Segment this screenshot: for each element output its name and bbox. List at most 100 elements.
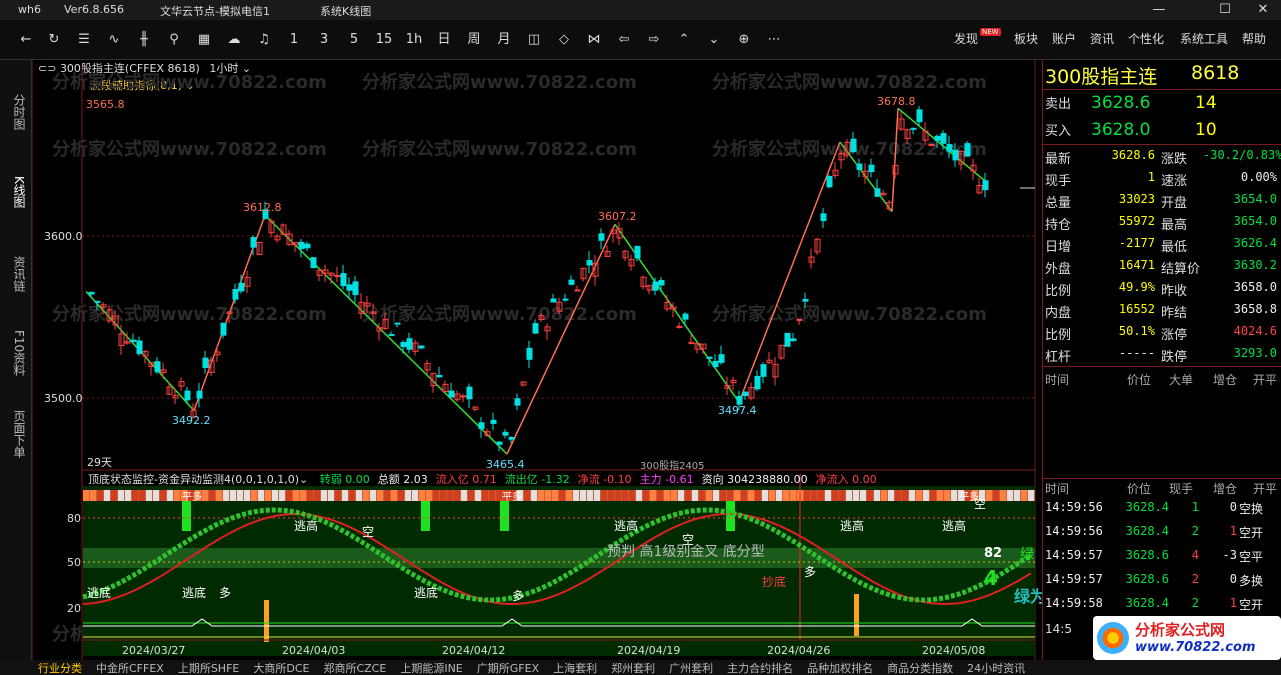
stat-value: 16552 [1118,302,1155,316]
stat-value: 3630.2 [1233,258,1277,272]
value-82: 82 [984,546,1002,561]
signal-cell [321,490,327,501]
market-tab[interactable]: 大商所DCE [253,662,309,675]
stat-value: 3658.8 [1233,302,1277,316]
signal-cell [643,490,649,501]
signal-cell [734,490,740,501]
signal-cell [874,490,880,501]
down-icon[interactable]: ⌄ [702,30,726,50]
crosshair-icon[interactable]: ⊕ [732,30,756,50]
period-5m[interactable]: 5 [342,30,366,50]
menu-news[interactable]: 资讯 [1090,30,1114,48]
candle-body [394,322,401,325]
maximize-button[interactable]: ☐ [1208,0,1242,20]
quote-board-icon[interactable]: ▦ [192,30,216,50]
menu-system-tools[interactable]: 系统工具 [1180,30,1228,48]
period-1h[interactable]: 1h [402,30,426,50]
market-tab[interactable]: 上期所SHFE [178,662,240,675]
menu-help[interactable]: 帮助 [1242,30,1266,48]
chart-area[interactable]: ⊂⊃ 300股指主连(CFFEX 8618) 1小时 ⌄ 波段辅助指标(8,1)… [32,60,1042,660]
sub-label: 多 [804,565,816,579]
candle-body [982,180,989,191]
tick-icon[interactable]: ⚲ [162,30,186,50]
date-tick: 2024/04/26 [767,644,830,657]
market-tab[interactable]: 郑商所CZCE [323,662,386,675]
trade-cell: 2 [1191,524,1199,538]
zigzag-segment [738,141,841,403]
candle-body [598,233,605,241]
market-tab[interactable]: 上期能源INE [400,662,462,675]
sub-label: 逃底 [414,585,438,600]
signal-cell [265,490,271,501]
line-chart-icon[interactable]: ∿ [102,30,126,50]
menu-discover[interactable]: 发现 [954,30,978,48]
signal-cell [769,490,775,501]
signal-cell [727,490,733,501]
sub-indicator-value: 转弱 0.00 [319,473,370,486]
sub-indicator-value: 流入亿 0.71 [435,473,497,486]
stat-value: 3628.6 [1111,148,1155,162]
market-tab[interactable]: 24小时资讯 [967,662,1025,675]
signal-cell [699,490,705,501]
market-tab[interactable]: 郑州套利 [611,662,655,675]
stat-value: 55972 [1118,214,1155,228]
menu-personalize[interactable]: 个性化 [1128,30,1164,48]
scroll-right-icon[interactable]: ⇨ [642,30,666,50]
refresh-icon[interactable]: ↻ [42,30,66,50]
period-15m[interactable]: 15 [372,30,396,50]
market-tab[interactable]: 主力合约排名 [727,662,793,675]
trade-cell: 14:59:58 [1045,596,1103,610]
signal-cell [251,490,257,501]
column-header: 价位 [1127,482,1152,496]
market-tab[interactable]: 广期所GFEX [477,662,539,675]
sub-indicator-title[interactable]: 顶底状态监控-资金异动监测4(0,0,1,0,1,0) [88,473,299,486]
up-icon[interactable]: ⌃ [672,30,696,50]
column-header: 增仓 [1213,373,1238,387]
zoom-in-icon[interactable]: ◇ [552,30,576,50]
signal-cell [335,490,341,501]
back-icon[interactable]: ← [14,30,38,50]
band [83,548,1035,568]
cycle-icon[interactable]: ◫ [522,30,546,50]
cloud-icon[interactable]: ☁ [222,30,246,50]
minimize-button[interactable]: — [1142,0,1176,20]
scroll-left-icon[interactable]: ⇦ [612,30,636,50]
trade-cell: 1 [1229,524,1237,538]
tab-f10[interactable]: F10资料 [6,330,26,376]
list-icon[interactable]: ☰ [72,30,96,50]
stat-value: 4024.6 [1233,324,1277,338]
signal-cell [839,490,845,501]
market-tab[interactable]: 商品分类指数 [887,662,953,675]
kline-icon[interactable]: ╫ [132,30,156,50]
market-tab[interactable]: 广州套利 [669,662,713,675]
tab-order-page[interactable]: 页面下单 [6,410,26,458]
stat-value: 16471 [1118,258,1155,272]
period-month[interactable]: 月 [492,30,516,50]
signal-cell [118,490,124,501]
period-1m[interactable]: 1 [282,30,306,50]
tab-timeshare[interactable]: 分时图 [6,94,26,130]
candle-body [634,245,641,259]
market-tab[interactable]: 中金所CFFEX [96,662,164,675]
period-week[interactable]: 周 [462,30,486,50]
market-tab[interactable]: 上海套利 [553,662,597,675]
period-day[interactable]: 日 [432,30,456,50]
menu-sector[interactable]: 板块 [1014,30,1038,48]
menu-account[interactable]: 账户 [1052,30,1076,48]
market-tab[interactable]: 品种加权排名 [807,662,873,675]
kline-chart[interactable]: 3600.0 3500.0 分析家公式网www.70822.com 分析家公式网www… [32,60,1042,660]
trade-cell: 0 [1229,500,1237,514]
stat-label: 开盘 [1161,196,1188,211]
candle-body [418,345,425,349]
close-button[interactable]: ✕ [1246,0,1280,20]
period-3m[interactable]: 3 [312,30,336,50]
tab-kline[interactable]: K线图 [6,176,26,208]
tab-news-chain[interactable]: 资讯链 [6,256,26,292]
quote-stat-row: 比例 49.9% 昨收 3658.0 [1043,280,1281,302]
bell-icon[interactable]: ♫ [252,30,276,50]
more-icon[interactable]: ⋯ [762,30,786,50]
market-tab[interactable]: 行业分类 [38,662,82,675]
chevron-down-icon[interactable]: ⌄ [299,473,312,486]
zoom-out-icon[interactable]: ⋈ [582,30,606,50]
candle-body [574,289,581,292]
